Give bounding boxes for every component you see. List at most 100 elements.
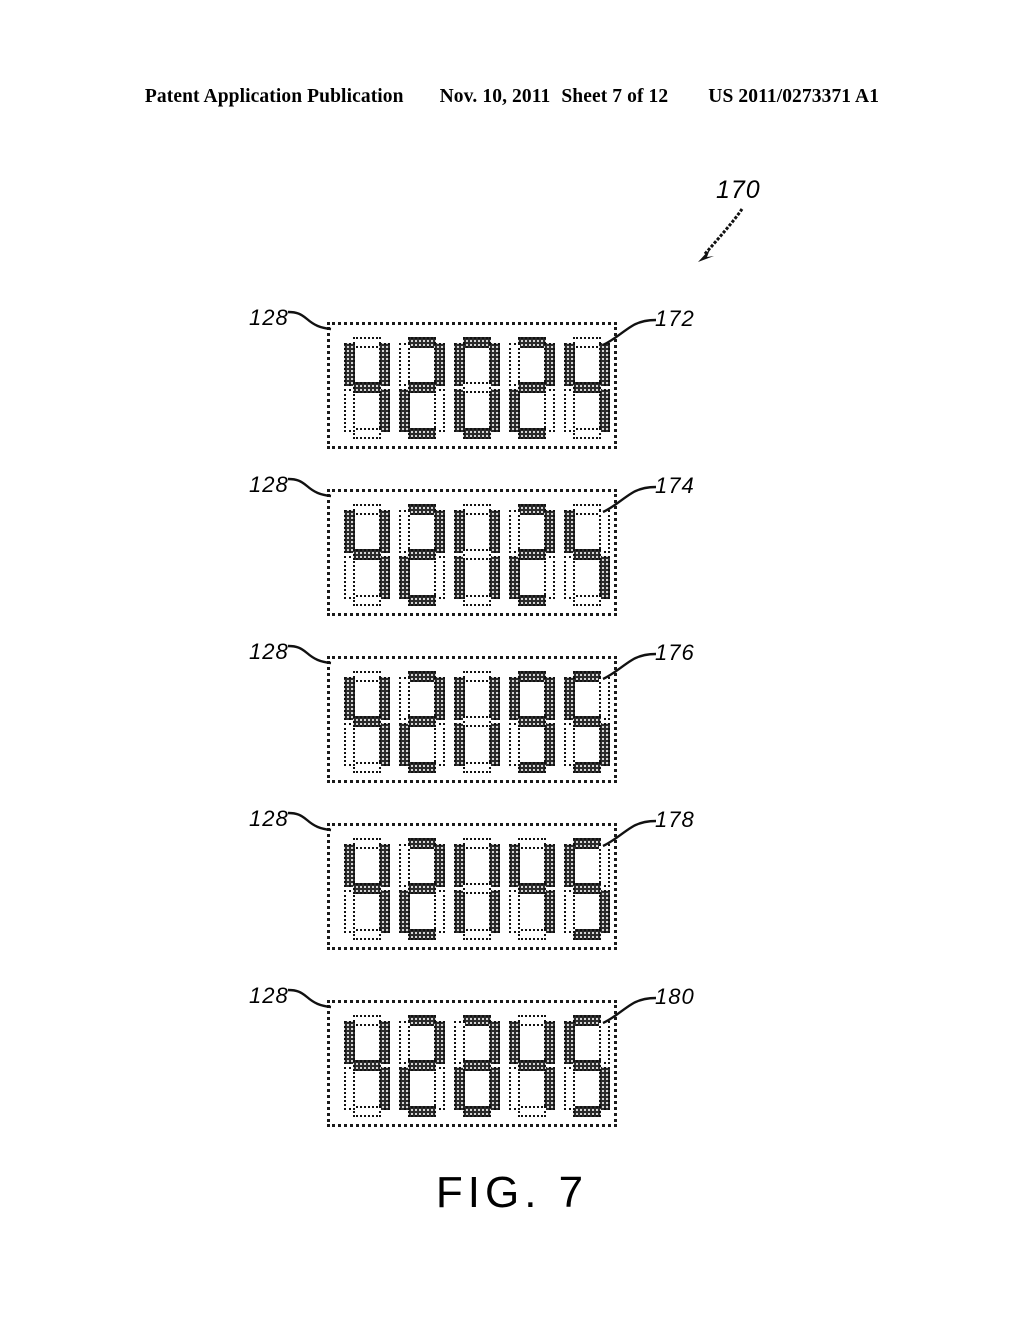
segment-g (408, 883, 436, 894)
seven-segment-digit (454, 671, 500, 773)
segment-c (544, 556, 555, 599)
segment-d (518, 595, 546, 606)
segment-g (463, 549, 491, 560)
segment-c (489, 389, 500, 432)
segment-f (564, 677, 575, 720)
reference-label-176: 176 (655, 640, 695, 665)
segment-e (564, 389, 575, 432)
seven-segment-digit-group (344, 1015, 610, 1117)
segment-d (463, 595, 491, 606)
segment-e (454, 556, 465, 599)
segment-e (564, 890, 575, 933)
segment-f (454, 1021, 465, 1064)
segment-d (573, 1106, 601, 1117)
segment-c (544, 723, 555, 766)
segment-d (518, 428, 546, 439)
segment-e (344, 1067, 355, 1110)
segment-a (353, 838, 381, 849)
segment-f (344, 677, 355, 720)
seven-segment-digit (564, 337, 610, 439)
segment-c (599, 1067, 610, 1110)
segment-b (379, 343, 390, 386)
segment-a (518, 838, 546, 849)
segment-d (518, 1106, 546, 1117)
reference-label-178: 178 (655, 807, 695, 832)
segment-e (509, 1067, 520, 1110)
reference-label-128-174: 128 (249, 472, 289, 497)
segment-b (599, 1021, 610, 1064)
seven-segment-digit (399, 337, 445, 439)
segment-a (518, 337, 546, 348)
seven-segment-digit (344, 337, 390, 439)
segment-a (408, 337, 436, 348)
segment-g (463, 1060, 491, 1071)
segment-b (544, 677, 555, 720)
segment-f (399, 1021, 410, 1064)
seven-segment-digit-group (344, 337, 610, 439)
segment-b (489, 1021, 500, 1064)
segment-g (573, 549, 601, 560)
segment-d (573, 428, 601, 439)
segment-d (408, 595, 436, 606)
segment-b (379, 1021, 390, 1064)
segment-g (353, 716, 381, 727)
seven-segment-digit (454, 337, 500, 439)
segment-c (489, 556, 500, 599)
segment-g (573, 883, 601, 894)
segment-a (463, 504, 491, 515)
seven-segment-digit-group (344, 838, 610, 940)
segment-c (379, 890, 390, 933)
segment-c (544, 890, 555, 933)
segment-b (599, 844, 610, 887)
segment-f (509, 844, 520, 887)
segment-g (408, 549, 436, 560)
seven-segment-digit (509, 504, 555, 606)
segment-d (463, 1106, 491, 1117)
segment-d (353, 428, 381, 439)
segment-e (399, 890, 410, 933)
segment-a (463, 838, 491, 849)
segment-a (408, 838, 436, 849)
segment-d (408, 1106, 436, 1117)
segment-b (599, 677, 610, 720)
segment-e (399, 389, 410, 432)
segment-g (353, 549, 381, 560)
segment-d (573, 762, 601, 773)
segment-b (434, 677, 445, 720)
segment-e (454, 1067, 465, 1110)
seven-segment-digit (564, 504, 610, 606)
reference-label-128-172: 128 (249, 305, 289, 330)
segment-f (454, 677, 465, 720)
segment-d (353, 762, 381, 773)
segment-e (509, 723, 520, 766)
segment-f (344, 343, 355, 386)
segment-e (344, 389, 355, 432)
segment-a (353, 671, 381, 682)
seven-segment-digit (344, 671, 390, 773)
segment-f (509, 677, 520, 720)
segment-c (599, 723, 610, 766)
segment-e (564, 556, 575, 599)
segment-e (399, 723, 410, 766)
segment-d (463, 428, 491, 439)
segment-b (544, 343, 555, 386)
segment-f (509, 510, 520, 553)
segment-c (379, 1067, 390, 1110)
segment-g (518, 1060, 546, 1071)
segment-a (408, 504, 436, 515)
segment-c (379, 723, 390, 766)
segment-g (573, 1060, 601, 1071)
segment-b (434, 844, 445, 887)
segment-b (379, 844, 390, 887)
segment-d (353, 1106, 381, 1117)
segment-e (399, 1067, 410, 1110)
segment-c (379, 556, 390, 599)
seven-segment-digit (454, 838, 500, 940)
segment-e (344, 890, 355, 933)
reference-label-128-176: 128 (249, 639, 289, 664)
segment-f (344, 844, 355, 887)
segment-g (518, 883, 546, 894)
segment-b (434, 1021, 445, 1064)
segment-b (434, 510, 445, 553)
display-module-178 (327, 823, 617, 950)
